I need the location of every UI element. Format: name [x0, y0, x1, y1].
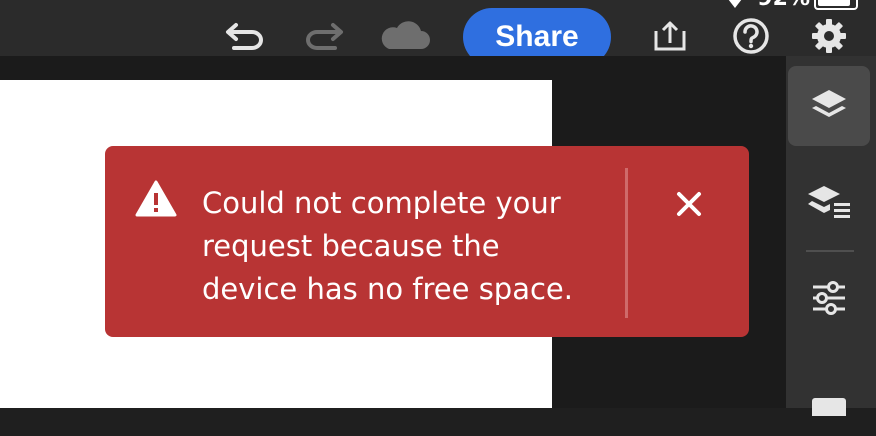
cloud-icon[interactable] [376, 14, 432, 58]
gear-icon[interactable] [806, 14, 852, 58]
battery-icon [814, 0, 858, 10]
top-toolbar: 92% Share [0, 0, 876, 66]
warning-icon [135, 180, 177, 218]
toast-divider [625, 168, 628, 318]
wifi-icon [726, 0, 744, 8]
right-panel [786, 56, 876, 416]
adjustments-icon [813, 281, 845, 315]
battery-percent: 92% [757, 0, 810, 11]
help-icon[interactable] [728, 14, 774, 58]
export-icon[interactable] [647, 14, 693, 58]
adjustments-button[interactable] [788, 258, 870, 338]
layers-icon [812, 90, 846, 117]
error-toast: Could not complete your request because … [105, 146, 749, 337]
layers-button[interactable] [788, 66, 870, 146]
close-icon[interactable] [667, 182, 711, 226]
undo-icon[interactable] [222, 14, 268, 58]
redo-icon[interactable] [301, 14, 347, 58]
toast-message: Could not complete your request because … [202, 186, 573, 306]
comment-icon [812, 398, 846, 416]
panel-divider [806, 250, 854, 252]
layer-properties-icon [808, 186, 850, 218]
comments-button[interactable] [788, 356, 870, 436]
layer-properties-button[interactable] [788, 162, 870, 242]
